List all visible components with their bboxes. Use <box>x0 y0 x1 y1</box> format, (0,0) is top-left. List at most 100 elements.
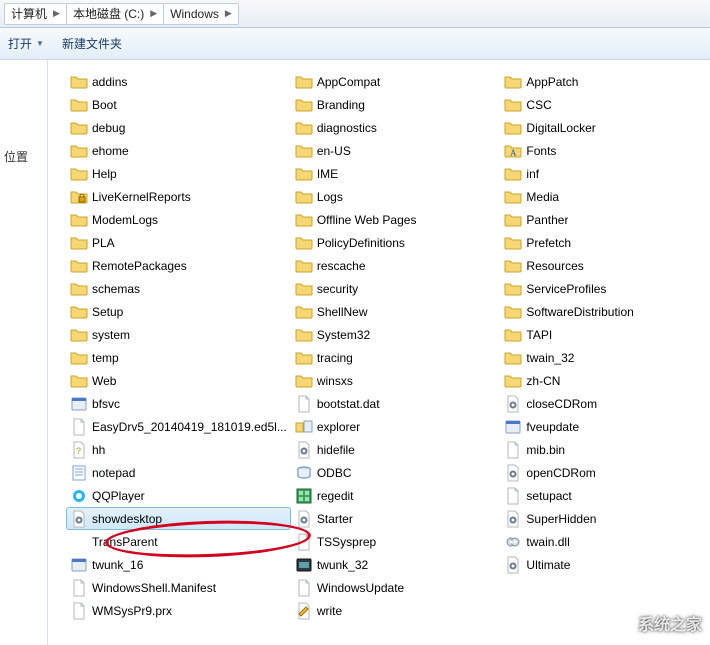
list-item[interactable]: WMSysPr9.prx <box>66 599 291 622</box>
list-item[interactable]: bfsvc <box>66 392 291 415</box>
list-item[interactable]: winsxs <box>291 369 501 392</box>
folder-icon <box>504 211 522 229</box>
breadcrumb-drive[interactable]: 本地磁盘 (C:) ▶ <box>66 3 163 25</box>
list-item[interactable]: System32 <box>291 323 501 346</box>
list-item[interactable]: twunk_16 <box>66 553 291 576</box>
list-item[interactable]: WindowsShell.Manifest <box>66 576 291 599</box>
list-item[interactable]: setupact <box>500 484 710 507</box>
list-item[interactable]: WindowsUpdate <box>291 576 501 599</box>
list-item[interactable]: explorer <box>291 415 501 438</box>
list-item[interactable]: twain.dll <box>500 530 710 553</box>
list-item[interactable]: Logs <box>291 185 501 208</box>
folder-icon <box>504 119 522 137</box>
item-label: bootstat.dat <box>317 397 380 411</box>
list-item[interactable]: Web <box>66 369 291 392</box>
list-item[interactable]: Prefetch <box>500 231 710 254</box>
list-item[interactable]: Media <box>500 185 710 208</box>
list-item[interactable]: AppCompat <box>291 70 501 93</box>
list-item[interactable]: tracing <box>291 346 501 369</box>
list-item[interactable]: EasyDrv5_20140419_181019.ed5l... <box>66 415 291 438</box>
list-item[interactable]: LiveKernelReports <box>66 185 291 208</box>
list-item[interactable]: bootstat.dat <box>291 392 501 415</box>
list-item[interactable]: Starter <box>291 507 501 530</box>
item-label: ServiceProfiles <box>526 282 606 296</box>
folder-icon <box>295 119 313 137</box>
item-label: Panther <box>526 213 568 227</box>
list-item[interactable]: SuperHidden <box>500 507 710 530</box>
list-item[interactable]: ODBC <box>291 461 501 484</box>
list-item[interactable]: Branding <box>291 93 501 116</box>
list-item[interactable]: Panther <box>500 208 710 231</box>
file-column: AppCompatBrandingdiagnosticsen-USIMELogs… <box>291 70 501 622</box>
item-label: WindowsUpdate <box>317 581 404 595</box>
item-label: debug <box>92 121 125 135</box>
list-item[interactable]: fveupdate <box>500 415 710 438</box>
list-item[interactable]: Help <box>66 162 291 185</box>
list-item[interactable]: mib.bin <box>500 438 710 461</box>
item-label: Starter <box>317 512 353 526</box>
list-item[interactable]: ehome <box>66 139 291 162</box>
list-item[interactable]: inf <box>500 162 710 185</box>
list-item[interactable]: RemotePackages <box>66 254 291 277</box>
list-item[interactable]: system <box>66 323 291 346</box>
list-item[interactable]: TSSysprep <box>291 530 501 553</box>
list-item[interactable]: AppPatch <box>500 70 710 93</box>
new-folder-label: 新建文件夹 <box>62 35 122 52</box>
list-item[interactable]: temp <box>66 346 291 369</box>
list-item[interactable]: Offline Web Pages <box>291 208 501 231</box>
list-item[interactable]: IME <box>291 162 501 185</box>
list-item[interactable]: regedit <box>291 484 501 507</box>
list-item[interactable]: openCDRom <box>500 461 710 484</box>
list-item[interactable]: QQPlayer <box>66 484 291 507</box>
list-item[interactable]: twunk_32 <box>291 553 501 576</box>
sidebar-places-header[interactable]: 位置 <box>0 148 47 165</box>
item-label: setupact <box>526 489 571 503</box>
file-icon <box>70 579 88 597</box>
list-item[interactable]: Resources <box>500 254 710 277</box>
list-item[interactable]: rescache <box>291 254 501 277</box>
open-button[interactable]: 打开 ▼ <box>8 35 44 52</box>
folder-icon <box>70 257 88 275</box>
breadcrumb-root[interactable]: 计算机 ▶ <box>4 3 66 25</box>
list-item[interactable]: Setup <box>66 300 291 323</box>
breadcrumb-folder[interactable]: Windows ▶ <box>163 3 239 25</box>
item-label: PLA <box>92 236 115 250</box>
list-item[interactable]: ServiceProfiles <box>500 277 710 300</box>
list-item[interactable]: zh-CN <box>500 369 710 392</box>
file-list-area[interactable]: addinsBoot debug ehomeHelpLiveKernelReport… <box>48 60 710 645</box>
sidebar: 位置 <box>0 60 48 645</box>
chevron-right-icon: ▶ <box>53 8 60 19</box>
list-item[interactable]: hidefile <box>291 438 501 461</box>
list-item[interactable]: ShellNew <box>291 300 501 323</box>
list-item[interactable]: write <box>291 599 501 622</box>
list-item[interactable]: diagnostics <box>291 116 501 139</box>
item-label: explorer <box>317 420 360 434</box>
list-item[interactable]: CSC <box>500 93 710 116</box>
file-icon <box>70 418 88 436</box>
list-item[interactable]: notepad <box>66 461 291 484</box>
folder-icon <box>504 73 522 91</box>
list-item[interactable]: ModemLogs <box>66 208 291 231</box>
list-item[interactable]: closeCDRom <box>500 392 710 415</box>
list-item[interactable]: PLA <box>66 231 291 254</box>
list-item[interactable]: debug <box>66 116 291 139</box>
dropdown-icon: ▼ <box>36 39 44 48</box>
list-item[interactable]: TransParent <box>66 530 291 553</box>
list-item[interactable]: twain_32 <box>500 346 710 369</box>
list-item[interactable]: en-US <box>291 139 501 162</box>
item-label: hidefile <box>317 443 355 457</box>
new-folder-button[interactable]: 新建文件夹 <box>62 35 122 52</box>
list-item[interactable]: Ultimate <box>500 553 710 576</box>
list-item[interactable]: showdesktop <box>66 507 291 530</box>
folder-icon <box>295 142 313 160</box>
list-item[interactable]: ?hh <box>66 438 291 461</box>
list-item[interactable]: SoftwareDistribution <box>500 300 710 323</box>
list-item[interactable]: security <box>291 277 501 300</box>
list-item[interactable]: addins <box>66 70 291 93</box>
list-item[interactable]: DigitalLocker <box>500 116 710 139</box>
list-item[interactable]: Boot <box>66 93 291 116</box>
list-item[interactable]: PolicyDefinitions <box>291 231 501 254</box>
list-item[interactable]: TAPI <box>500 323 710 346</box>
list-item[interactable]: AFonts <box>500 139 710 162</box>
list-item[interactable]: schemas <box>66 277 291 300</box>
